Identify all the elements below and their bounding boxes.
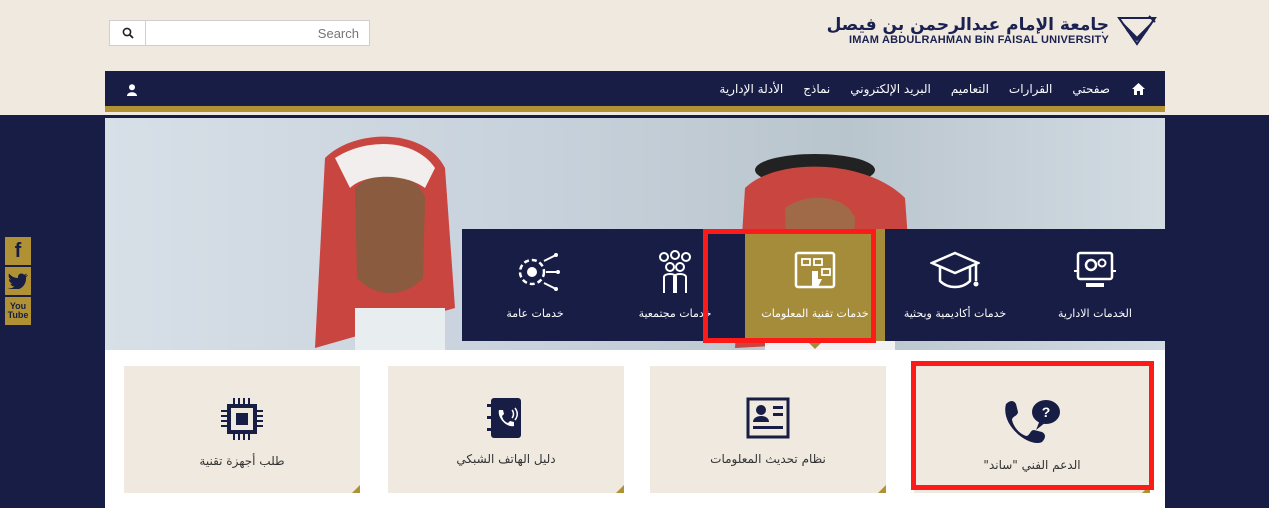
phone-book-icon xyxy=(487,398,521,438)
card-corner-decoration xyxy=(352,485,360,493)
people-group-icon xyxy=(659,250,691,293)
logo-english-text: IMAM ABDULRAHMAN BIN FAISAL UNIVERSITY xyxy=(849,34,1109,46)
search-input[interactable] xyxy=(146,21,369,45)
card-tech-devices-request[interactable]: طلب أجهزة تقنية xyxy=(124,366,360,493)
card-label-technical-support: الدعم الفني "ساند" xyxy=(983,458,1081,472)
search-button[interactable] xyxy=(110,21,146,45)
touch-panel-icon xyxy=(794,251,836,289)
card-corner-decoration xyxy=(616,485,624,493)
phone-support-icon: ? xyxy=(1005,400,1060,444)
service-label-community: خدمات مجتمعية xyxy=(638,307,712,320)
service-label-academic: خدمات أكاديمية وبحثية xyxy=(903,307,1007,320)
cpu-chip-icon xyxy=(221,398,263,440)
service-tab-it[interactable]: خدمات تقنية المعلومات xyxy=(745,229,885,349)
card-info-update[interactable]: نظام تحديث المعلومات xyxy=(650,366,886,493)
user-icon xyxy=(127,84,137,96)
card-label-tech-devices-request: طلب أجهزة تقنية xyxy=(199,454,285,468)
id-card-icon xyxy=(746,397,790,439)
logo-emblem-icon xyxy=(1117,15,1157,46)
admin-gears-icon xyxy=(1074,251,1116,287)
home-link[interactable] xyxy=(1132,82,1145,95)
nav-item-admin-guides[interactable]: الأدلة الإدارية xyxy=(719,82,783,96)
home-icon xyxy=(1132,82,1145,95)
youtube-icon-text-bottom: Tube xyxy=(7,310,29,320)
card-label-phone-directory: دليل الهاتف الشبكي xyxy=(456,452,556,466)
service-tab-academic[interactable]: خدمات أكاديمية وبحثية xyxy=(885,229,1025,341)
nav-item-forms[interactable]: نماذج xyxy=(803,82,830,96)
card-label-info-update: نظام تحديث المعلومات xyxy=(710,452,826,466)
search-box xyxy=(109,20,370,46)
card-phone-directory[interactable]: دليل الهاتف الشبكي xyxy=(388,366,624,493)
card-technical-support[interactable]: ? الدعم الفني "ساند" xyxy=(914,366,1150,493)
social-links: f You Tube xyxy=(5,237,31,327)
facebook-link[interactable]: f xyxy=(5,237,31,265)
nav-item-decisions[interactable]: القرارات xyxy=(1009,82,1052,96)
nav-item-circulars[interactable]: التعاميم xyxy=(951,82,989,96)
nav-item-email[interactable]: البريد الإلكتروني xyxy=(850,82,931,96)
user-menu[interactable] xyxy=(127,81,137,100)
service-tab-general[interactable]: خدمات عامة xyxy=(465,229,605,341)
hero-person-left-illustration xyxy=(315,136,455,350)
service-label-admin: الخدمات الادارية xyxy=(1058,307,1132,320)
services-bar: الخدمات الادارية خدمات أكاديمية وبحثية خ… xyxy=(462,229,1165,349)
service-label-it: خدمات تقنية المعلومات xyxy=(761,307,869,320)
twitter-icon xyxy=(8,273,28,289)
twitter-link[interactable] xyxy=(5,267,31,295)
service-tab-community[interactable]: خدمات مجتمعية xyxy=(605,229,745,341)
youtube-link[interactable]: You Tube xyxy=(5,297,31,325)
main-nav: صفحتي القرارات التعاميم البريد الإلكترون… xyxy=(105,71,1165,112)
card-corner-decoration xyxy=(1142,485,1150,493)
service-tab-admin[interactable]: الخدمات الادارية xyxy=(1025,229,1165,341)
search-icon xyxy=(122,27,134,39)
logo-arabic-text: جامعة الإمام عبدالرحمن بن فيصل xyxy=(826,15,1109,35)
graduation-cap-icon xyxy=(930,251,980,289)
card-corner-decoration xyxy=(878,485,886,493)
university-logo[interactable]: جامعة الإمام عبدالرحمن بن فيصل IMAM ABDU… xyxy=(827,14,1157,48)
nav-item-my-page[interactable]: صفحتي xyxy=(1072,82,1110,96)
svg-text:?: ? xyxy=(1042,404,1051,420)
right-margin xyxy=(1165,115,1269,508)
service-label-general: خدمات عامة xyxy=(506,307,564,320)
chip-circuit-icon xyxy=(518,253,560,291)
facebook-icon: f xyxy=(14,239,22,262)
